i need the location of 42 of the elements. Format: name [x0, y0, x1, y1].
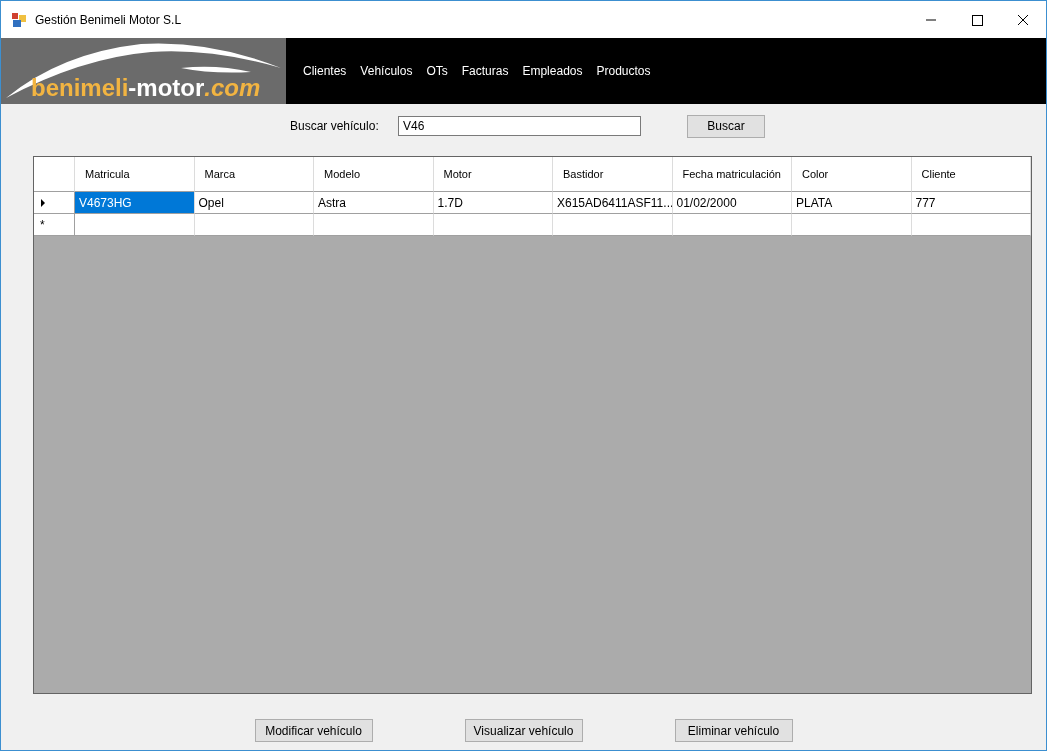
table-cell[interactable]: [314, 214, 434, 236]
table-cell[interactable]: PLATA: [792, 192, 912, 214]
search-button[interactable]: Buscar: [687, 114, 765, 138]
logo-text: benimeli-motor.com: [31, 74, 261, 102]
table-cell[interactable]: [792, 214, 912, 236]
table-cell[interactable]: X615AD6411ASF11...: [553, 192, 673, 214]
search-field[interactable]: V46: [398, 116, 641, 136]
current-row-icon: [40, 198, 46, 207]
column-header[interactable]: Cliente: [911, 157, 1031, 192]
table-cell[interactable]: Opel: [194, 192, 314, 214]
menu-item[interactable]: Vehículos: [353, 60, 420, 82]
column-header[interactable]: Modelo: [314, 157, 434, 192]
menu-item[interactable]: Facturas: [454, 60, 516, 82]
table-cell[interactable]: Astra: [314, 192, 434, 214]
table-cell[interactable]: [553, 214, 673, 236]
menu-item[interactable]: Productos: [589, 60, 658, 82]
row-header[interactable]: *: [34, 214, 75, 236]
action-button[interactable]: Modificar vehículo: [254, 719, 373, 742]
column-header[interactable]: Fecha matriculación: [672, 157, 792, 192]
window-title: Gestión Benimeli Motor S.L: [35, 12, 183, 27]
row-header-corner: [34, 157, 75, 192]
table-cell[interactable]: 1.7D: [433, 192, 553, 214]
table-cell[interactable]: 777: [911, 192, 1031, 214]
table-cell[interactable]: [75, 214, 195, 236]
column-header[interactable]: Bastidor: [553, 157, 673, 192]
search-label: Buscar vehículo:: [290, 119, 380, 133]
new-row-marker: *: [40, 217, 45, 232]
column-header[interactable]: Color: [792, 157, 912, 192]
table-cell[interactable]: [194, 214, 314, 236]
column-header[interactable]: Marca: [194, 157, 314, 192]
menu-item[interactable]: OTs: [419, 60, 455, 82]
table-cell[interactable]: [433, 214, 553, 236]
action-button[interactable]: Visualizar vehículo: [464, 719, 583, 742]
table-cell[interactable]: V4673HG: [75, 192, 195, 214]
action-button[interactable]: Eliminar vehículo: [674, 719, 793, 742]
menu-item[interactable]: Empleados: [515, 60, 590, 82]
column-header[interactable]: Motor: [433, 157, 553, 192]
table-cell[interactable]: [911, 214, 1031, 236]
table-cell[interactable]: 01/02/2000: [672, 192, 792, 214]
app-icon: [11, 11, 27, 28]
menu-item[interactable]: Clientes: [296, 60, 354, 82]
table-cell[interactable]: [672, 214, 792, 236]
